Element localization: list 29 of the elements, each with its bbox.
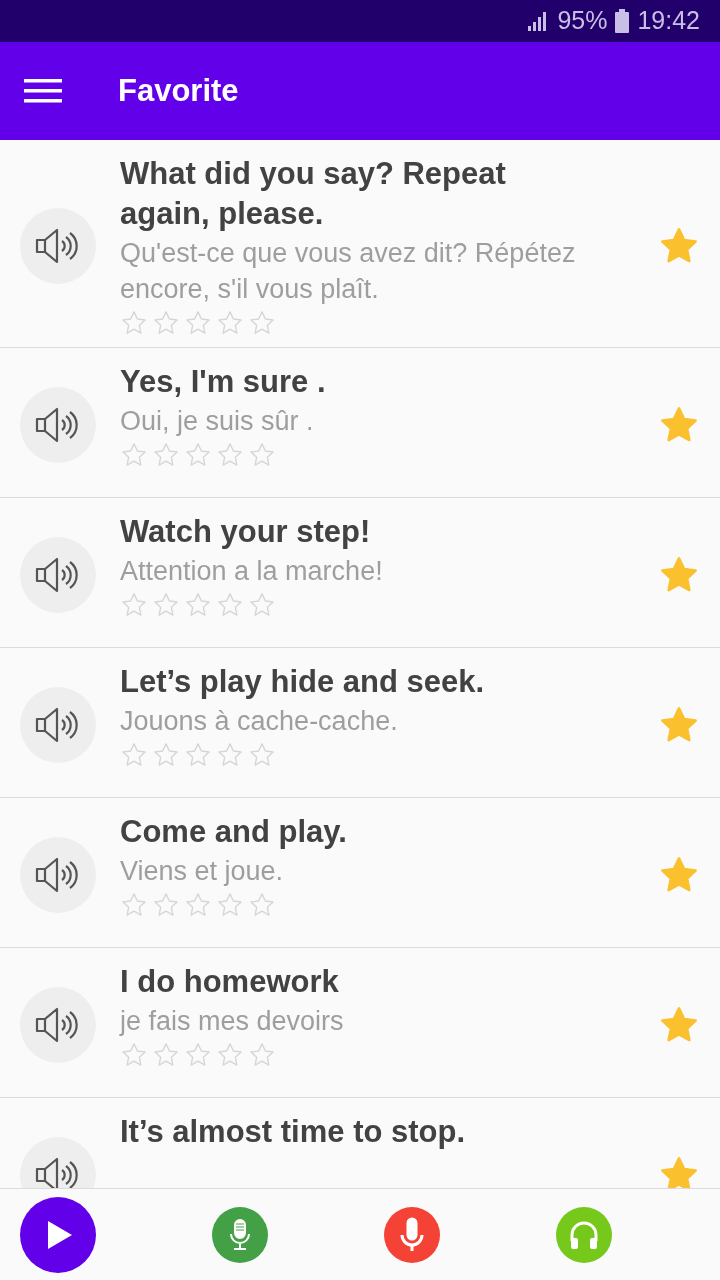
phrase-text: What did you say? Repeat again, please. [120, 155, 507, 234]
speaker-icon [35, 1005, 81, 1044]
speaker-icon [35, 405, 81, 444]
phrase-text: I do homework [120, 963, 340, 1002]
play-icon [48, 1220, 72, 1249]
phrase-text: Watch your step! [120, 513, 372, 552]
translation-text: Oui, je suis sûr . [120, 404, 315, 438]
battery-icon [615, 9, 630, 33]
phrase-text: Come and play. [120, 813, 348, 852]
phrase-text: Let’s play hide and seek. [120, 663, 486, 702]
speaker-icon [35, 555, 81, 594]
translation-text: Jouons à cache-cache. [120, 704, 399, 738]
speaker-icon [35, 226, 81, 265]
clock: 19:42 [637, 5, 700, 37]
translation-text: Viens et joue. [120, 854, 285, 888]
phrase-text: It’s almost time to stop. [120, 1113, 467, 1152]
translation-text: Qu'est-ce que vous avez dit? Répétez encore, s'il vous plaît. [120, 236, 577, 307]
headphones-icon [570, 1221, 598, 1249]
phrase-text: Yes, I'm sure . [120, 363, 327, 402]
screen-title: Favorite [118, 71, 239, 110]
translation-text: je fais mes devoirs [120, 1004, 345, 1038]
speaker-icon [35, 1155, 81, 1188]
speaker-icon [35, 705, 81, 744]
speaker-icon [35, 855, 81, 894]
microphone-icon [230, 1218, 250, 1250]
battery-percentage: 95% [557, 5, 608, 37]
menu-button[interactable] [24, 78, 62, 104]
microphone-icon [400, 1217, 424, 1252]
translation-text: Attention a la marche! [120, 554, 384, 588]
